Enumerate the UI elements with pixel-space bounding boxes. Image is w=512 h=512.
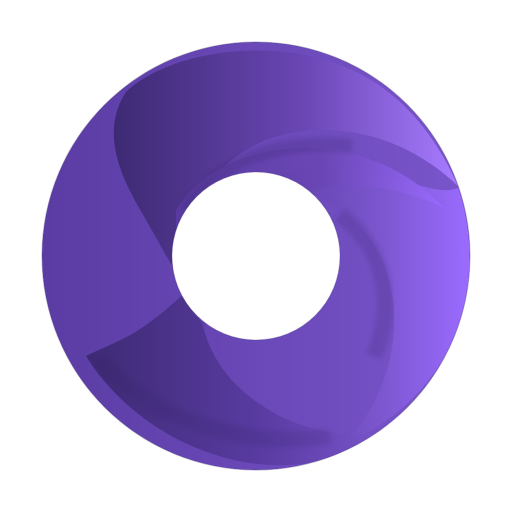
logo-canvas <box>0 0 512 512</box>
purple-swirl-logo-icon <box>41 41 471 471</box>
